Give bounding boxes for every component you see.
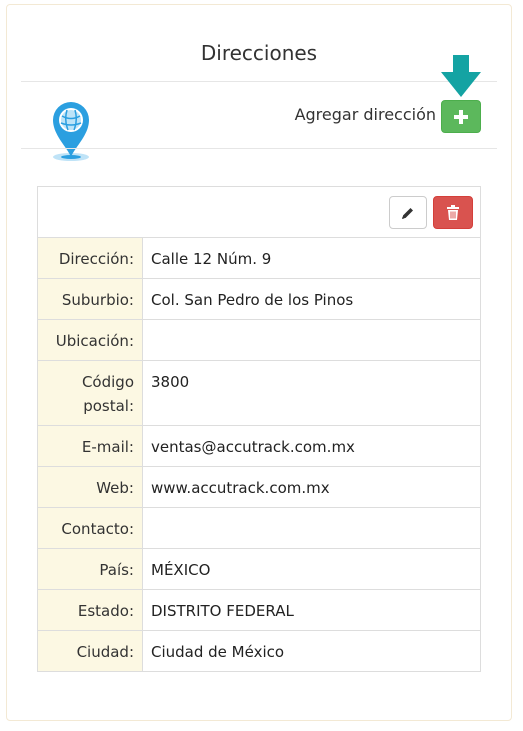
divider [21, 81, 497, 82]
field-value: MÉXICO [142, 548, 480, 590]
divider [21, 148, 497, 149]
field-value: 3800 [142, 360, 480, 426]
table-row: Código postal: 3800 [38, 360, 480, 426]
table-row: Ciudad: Ciudad de México [38, 630, 480, 671]
field-value: DISTRITO FEDERAL [142, 589, 480, 631]
field-label: Ciudad: [38, 630, 143, 671]
field-label: Contacto: [38, 507, 143, 549]
map-pin-icon [53, 102, 89, 161]
add-address-label: Agregar dirección [294, 105, 436, 124]
field-label: País: [38, 548, 143, 590]
table-row: Web: www.accutrack.com.mx [38, 466, 480, 508]
delete-address-button[interactable] [433, 196, 473, 229]
table-row: Dirección: Calle 12 Núm. 9 [38, 238, 480, 279]
field-value: Calle 12 Núm. 9 [151, 250, 272, 268]
table-row: Estado: DISTRITO FEDERAL [38, 589, 480, 631]
table-row: País: MÉXICO [38, 548, 480, 590]
field-label: Web: [38, 466, 143, 508]
table-row: Suburbio: Col. San Pedro de los Pinos [38, 278, 480, 320]
pencil-icon [402, 207, 413, 219]
edit-address-button[interactable] [389, 196, 427, 229]
field-value: Col. San Pedro de los Pinos [142, 278, 480, 320]
field-value [142, 319, 480, 361]
address-card-toolbar [38, 187, 480, 238]
arrow-down-icon [441, 55, 481, 97]
address-table: Dirección: Calle 12 Núm. 9 Suburbio: Col… [38, 238, 480, 671]
field-value: Ciudad de México [142, 630, 480, 671]
field-value: www.accutrack.com.mx [142, 466, 480, 508]
field-value [142, 507, 480, 549]
addresses-panel: Direcciones Agregar dirección Dirección:… [6, 4, 512, 721]
address-card: Dirección: Calle 12 Núm. 9 Suburbio: Col… [37, 186, 481, 672]
page-title: Direcciones [200, 41, 318, 65]
field-label: Dirección: [38, 238, 143, 279]
table-row: Contacto: [38, 507, 480, 549]
table-row: Ubicación: [38, 319, 480, 361]
field-label: Suburbio: [38, 278, 143, 320]
field-label: E-mail: [38, 425, 143, 467]
field-label: Estado: [38, 589, 143, 631]
add-address-button[interactable] [441, 100, 481, 133]
field-label: Ubicación: [38, 319, 143, 361]
field-label: Código postal: [38, 360, 143, 426]
field-value: ventas@accutrack.com.mx [142, 425, 480, 467]
table-row: E-mail: ventas@accutrack.com.mx [38, 425, 480, 467]
plus-icon [454, 109, 468, 124]
trash-icon [447, 204, 459, 220]
